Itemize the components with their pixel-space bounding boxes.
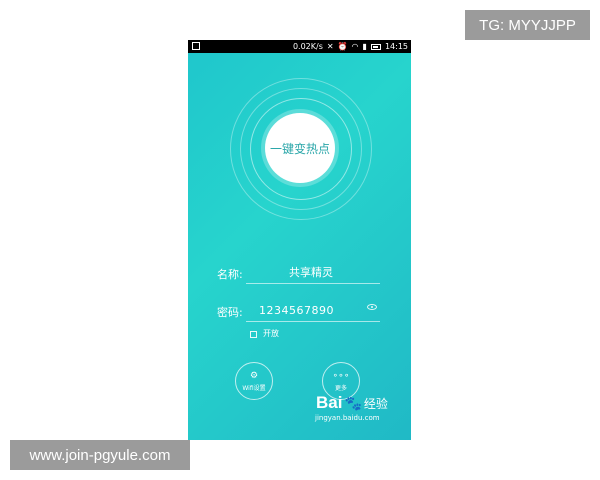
wifi-icon: ◠: [351, 42, 359, 51]
clock: 14:15: [384, 42, 408, 51]
mute-icon: ✕: [326, 42, 334, 51]
name-label: 名称:: [217, 268, 243, 281]
gear-icon: ⚙: [249, 371, 259, 381]
jingyan-text: 经验: [363, 397, 388, 411]
wifi-settings-button[interactable]: ⚙ Wifi设置: [235, 362, 273, 400]
name-underline: [246, 283, 380, 284]
hotspot-button-label: 一键变热点: [269, 141, 330, 156]
baidu-paw-icon: 🐾: [344, 396, 362, 412]
more-label: 更多: [334, 385, 347, 392]
open-label: 开放: [263, 329, 279, 338]
status-bar: 0.02K/s ✕ ⏰ ◠ ▮ 14:15: [188, 40, 411, 53]
open-checkbox[interactable]: [250, 331, 257, 338]
name-input[interactable]: [246, 262, 380, 282]
baidu-watermark: Bai 🐾 经验 jingyan.baidu.com: [315, 393, 388, 422]
signal-icon: ▮: [362, 42, 367, 51]
baidu-logo-text: Bai: [316, 393, 343, 412]
tg-watermark: TG: MYYJJPP: [465, 10, 590, 40]
image-icon: [192, 42, 200, 50]
battery-icon: [370, 43, 381, 50]
eye-icon[interactable]: [367, 304, 377, 310]
baidu-url: jingyan.baidu.com: [315, 414, 380, 422]
wifi-settings-label: Wifi设置: [242, 385, 266, 392]
password-input[interactable]: [246, 300, 380, 320]
more-dots-icon: ∘∘∘: [332, 371, 350, 381]
phone-screen: 0.02K/s ✕ ⏰ ◠ ▮ 14:15 一键变热点 名称: 密码: 开放 ⚙…: [188, 40, 411, 440]
website-watermark: www.join-pgyule.com: [10, 440, 190, 470]
network-speed: 0.02K/s: [292, 42, 323, 51]
password-underline: [246, 321, 380, 322]
one-key-hotspot-button[interactable]: 一键变热点: [265, 113, 335, 183]
password-label: 密码:: [217, 306, 243, 319]
alarm-icon: ⏰: [337, 42, 348, 51]
